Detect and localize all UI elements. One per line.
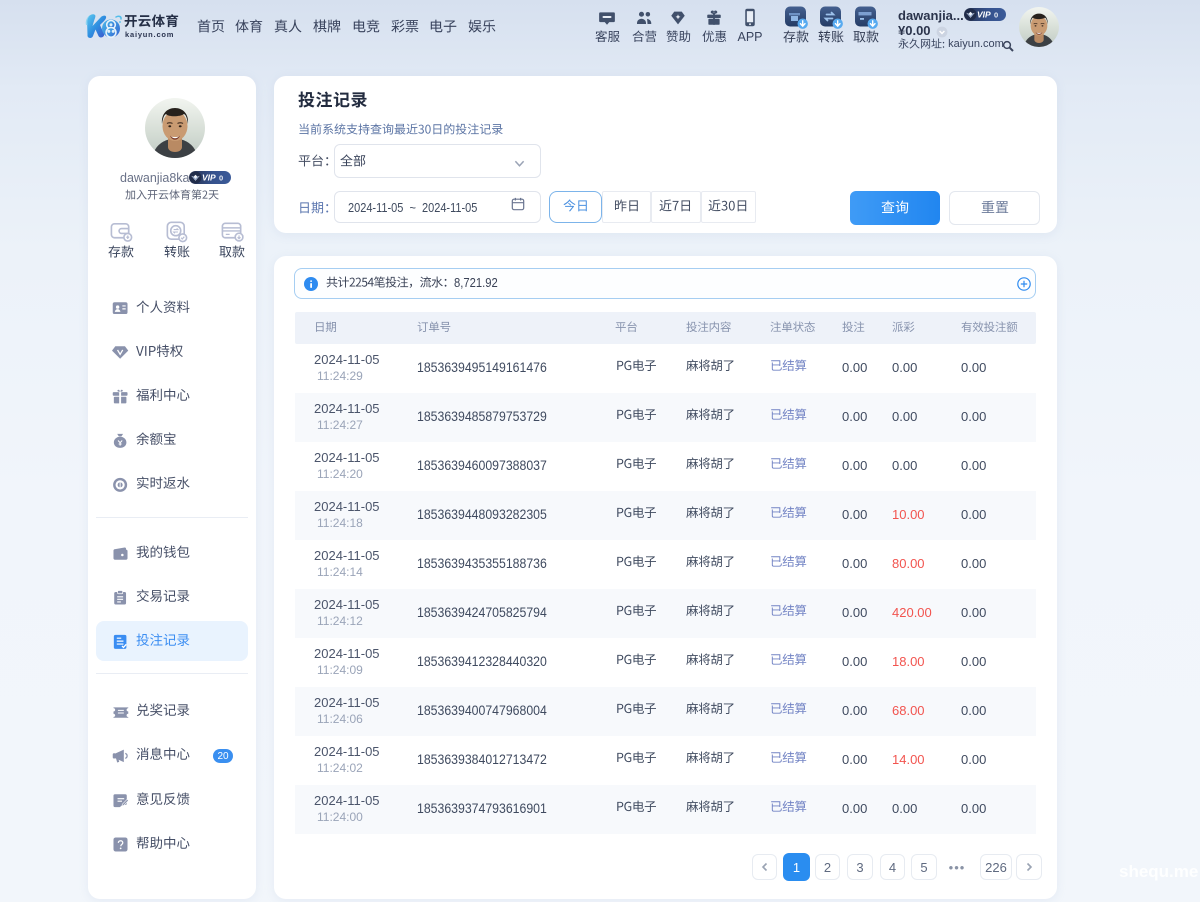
svg-text:0: 0 <box>219 174 223 183</box>
svg-text:VIP: VIP <box>977 10 991 20</box>
svg-text:0: 0 <box>994 11 998 20</box>
svg-text:VIP: VIP <box>202 173 216 183</box>
